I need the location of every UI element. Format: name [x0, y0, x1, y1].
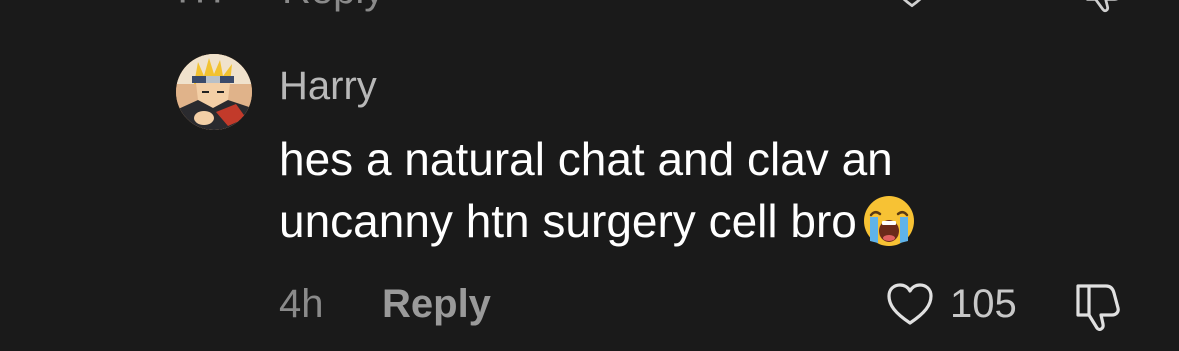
- comment-username[interactable]: Harry: [279, 62, 377, 110]
- comment-text-line-2: uncanny htn surgery cell bro: [279, 195, 857, 247]
- avatar[interactable]: [176, 54, 252, 130]
- comment-text: hes a natural chat and clav an uncanny h…: [279, 128, 1039, 252]
- comment-text-line-1: hes a natural chat and clav an: [279, 133, 893, 185]
- heart-icon[interactable]: [884, 280, 936, 328]
- like-count: 105: [950, 282, 1017, 326]
- loudly-crying-face-emoji: [863, 196, 914, 246]
- comment-timestamp: 4h: [279, 282, 324, 326]
- thumbs-down-icon[interactable]: [1070, 278, 1126, 334]
- reply-button[interactable]: Reply: [382, 280, 491, 328]
- avatar-anime-character: [176, 54, 252, 130]
- comment: Harry hes a natural chat and clav an unc…: [0, 0, 1179, 351]
